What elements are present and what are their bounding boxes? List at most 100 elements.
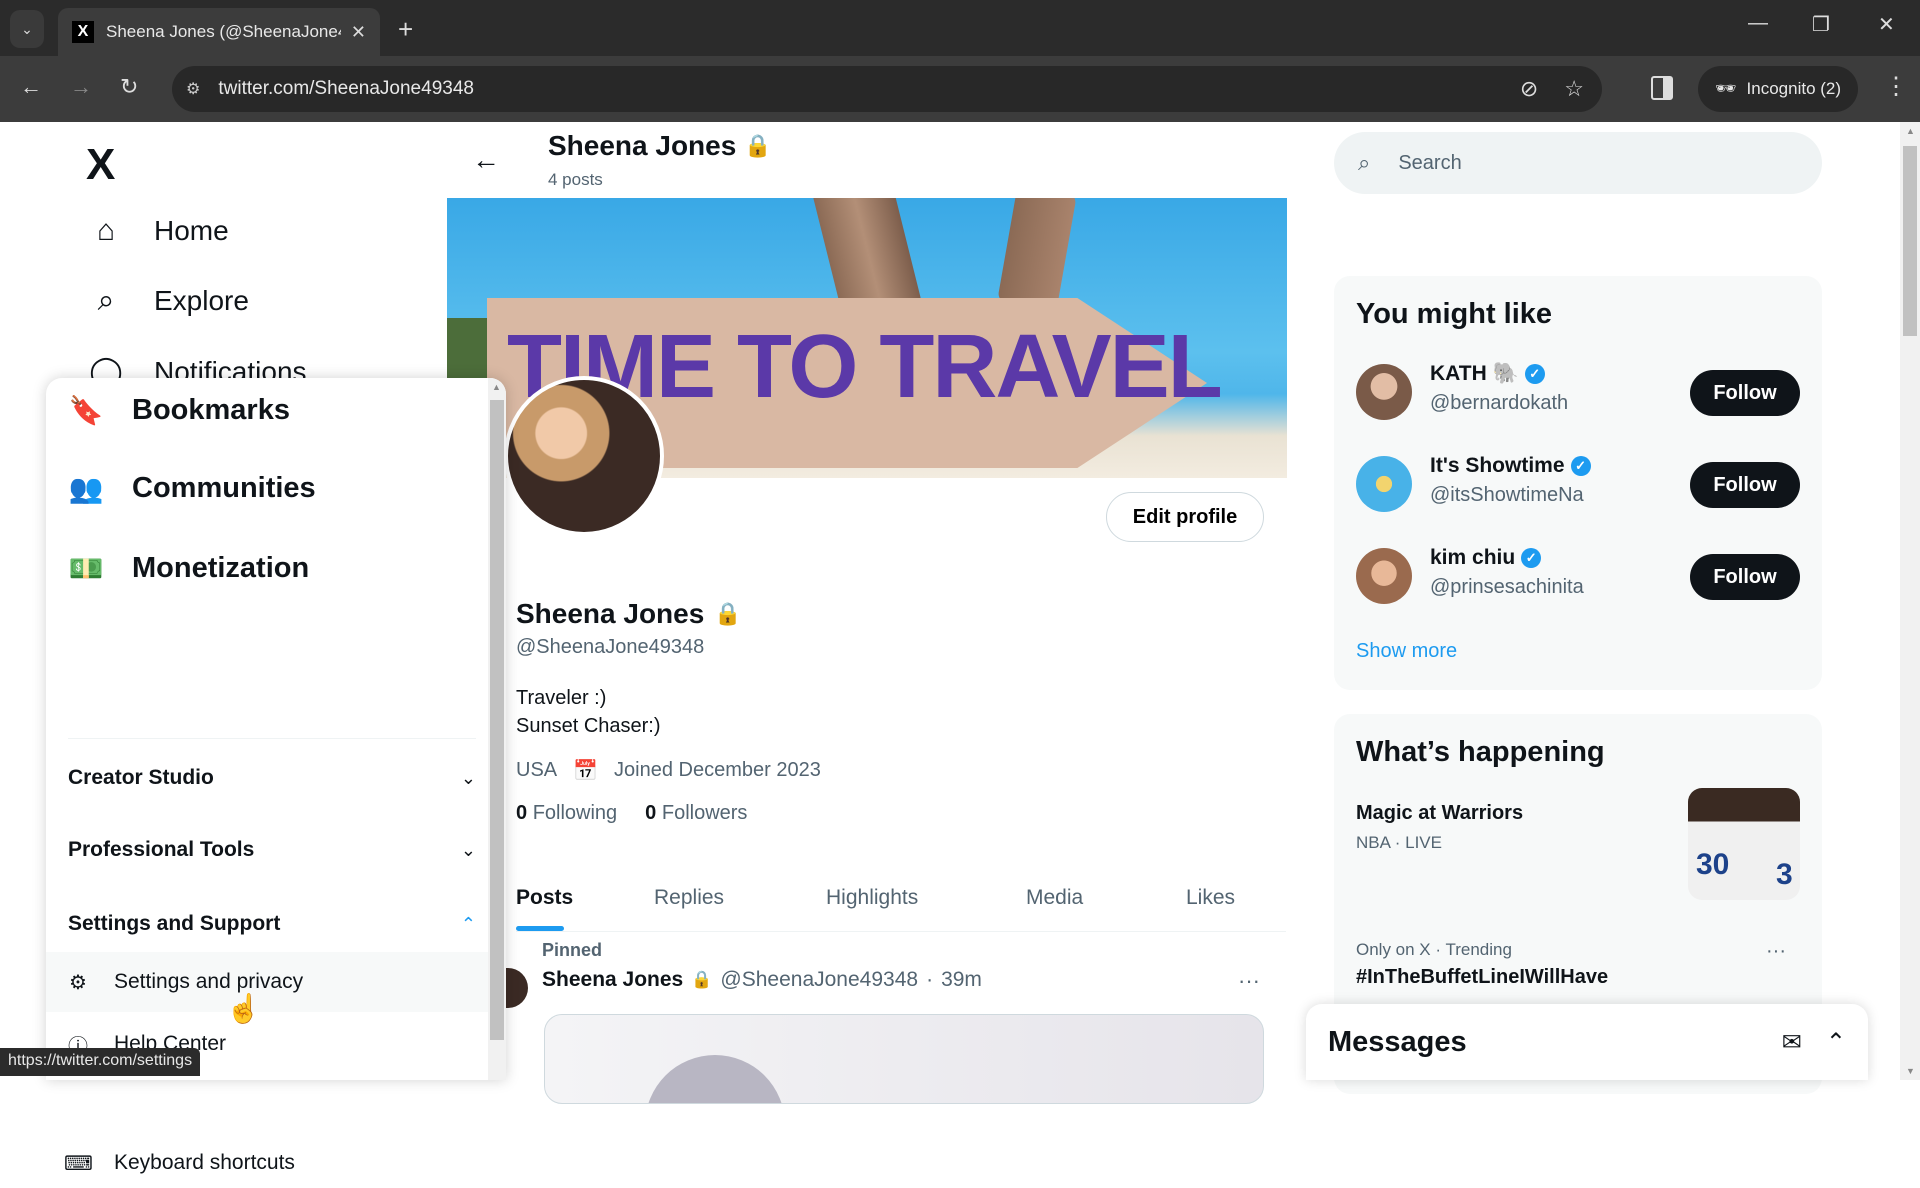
minimize-icon[interactable]: — [1748,12,1768,35]
nav-explore[interactable]: ⌕ Explore [86,284,249,318]
profile-tabs: Posts Replies Highlights Media Likes [516,864,1286,932]
tab-replies[interactable]: Replies [654,886,724,910]
browser-toolbar: ← → ↻ ⚙ twitter.com/SheenaJone49348 ⊘ ☆ … [0,56,1920,122]
menu-label: Bookmarks [132,394,290,426]
header-profile-name: Sheena Jones 🔒 [548,130,772,162]
url-text: twitter.com/SheenaJone49348 [218,78,474,99]
you-might-like-card: You might like KATH 🐘 ✓ @bernardokath Fol… [1334,276,1822,690]
search-box[interactable]: ⌕ [1334,132,1822,194]
x-logo[interactable]: X [86,140,115,190]
trend-image: 30 3 [1688,788,1800,900]
close-tab-icon[interactable]: ✕ [351,22,366,43]
nav-home[interactable]: ⌂ Home [86,214,229,248]
back-arrow-icon[interactable]: ← [472,144,500,176]
following-label: Following [532,802,618,824]
more-icon[interactable]: ··· [1766,940,1786,963]
back-icon[interactable]: ← [20,74,42,100]
scroll-up-arrow[interactable]: ▲ [492,382,501,392]
reload-icon[interactable]: ↻ [120,74,138,100]
trend-item[interactable]: Magic at Warriors NBA · LIVE 30 3 [1356,788,1800,922]
menu-item-monetization[interactable]: 💵 Monetization [68,552,310,585]
tab-posts[interactable]: Posts [516,886,573,910]
eye-off-icon[interactable]: ⊘ [1520,76,1538,102]
jersey-number: 3 [1776,858,1793,891]
follow-button[interactable]: Follow [1690,370,1800,416]
tweet-avatar[interactable] [506,968,528,1008]
tweet-handle[interactable]: @SheenaJone49348 [720,968,918,992]
incognito-button[interactable]: 🕶 Incognito (2) [1698,66,1858,112]
profile-handle: @SheenaJone49348 [516,636,705,658]
section-professional-tools[interactable]: Professional Tools ⌄ [68,838,476,862]
browser-menu-icon[interactable]: ⋮ [1884,72,1908,101]
popup-scrollbar[interactable]: ▲ [488,378,506,1080]
messages-drawer[interactable]: Messages ✉ ⌃ [1306,1004,1868,1080]
profile-bio: Traveler :) Sunset Chaser:) [516,684,661,740]
followers-link[interactable]: 0 Followers [645,802,747,825]
show-more-link[interactable]: Show more [1356,640,1457,663]
expand-icon[interactable]: ⌃ [1826,1028,1846,1057]
avatar[interactable] [1356,548,1412,604]
restore-icon[interactable]: ❐ [1812,12,1830,37]
menu-item-keyboard-shortcuts[interactable]: ⌨ Keyboard shortcuts [46,1138,488,1188]
menu-item-settings-privacy[interactable]: ⚙ Settings and privacy [46,952,488,1012]
avatar[interactable] [1356,456,1412,512]
trend-item[interactable]: Only on X · Trending #InTheBuffetLineIWi… [1356,940,1800,989]
suggestion-item[interactable]: kim chiu ✓ @prinsesachinita Follow [1356,540,1800,610]
active-tab-indicator [516,926,564,931]
page-scroll-thumb[interactable] [1903,146,1917,336]
card-title: What’s happening [1356,736,1605,768]
menu-item-communities[interactable]: 👥 Communities [68,472,316,505]
popup-scroll-thumb[interactable] [490,400,504,1040]
new-tab-button[interactable]: + [398,14,413,45]
avatar[interactable] [1356,364,1412,420]
menu-item-bookmarks[interactable]: 🔖 Bookmarks [68,394,290,427]
scroll-down-arrow[interactable]: ▼ [1906,1066,1915,1076]
tab-media[interactable]: Media [1026,886,1083,910]
profile-meta: USA 📅 Joined December 2023 [516,758,821,783]
section-creator-studio[interactable]: Creator Studio ⌄ [68,766,476,790]
follow-button[interactable]: Follow [1690,554,1800,600]
pinned-label: Pinned [542,940,603,960]
follow-button[interactable]: Follow [1690,462,1800,508]
bio-line: Traveler :) [516,687,607,709]
communities-icon: 👥 [68,473,104,504]
suggestion-item[interactable]: It's Showtime ✓ @itsShowtimeNa Follow [1356,448,1800,518]
new-message-icon[interactable]: ✉ [1782,1028,1802,1057]
tweet-separator: · [926,968,934,991]
search-icon: ⌕ [1358,150,1371,175]
chevron-up-icon: ⌃ [460,913,476,934]
side-panel-icon[interactable] [1651,76,1673,100]
address-bar[interactable]: ⚙ twitter.com/SheenaJone49348 ⊘ ☆ [172,66,1602,112]
edit-profile-button[interactable]: Edit profile [1106,492,1264,542]
page-scrollbar[interactable]: ▲ ▼ [1900,122,1920,1080]
followers-count: 0 [645,802,657,824]
x-favicon-icon: X [72,21,94,43]
search-input[interactable] [1398,151,1779,175]
suggestion-name: kim chiu ✓ [1430,546,1542,570]
profile-name: Sheena Jones 🔒 [516,598,742,630]
menu-item-display[interactable]: ✎ Display [46,1076,488,1080]
tab-highlights[interactable]: Highlights [826,886,918,910]
chevron-down-icon: ⌄ [460,767,476,788]
banner-post [997,198,1077,313]
browser-tab[interactable]: X Sheena Jones (@SheenaJone49 ✕ [58,8,380,56]
section-settings-support[interactable]: Settings and Support ⌃ [68,912,476,936]
following-link[interactable]: 0 Following [516,802,617,825]
suggestion-item[interactable]: KATH 🐘 ✓ @bernardokath Follow [1356,356,1800,426]
tweet-time[interactable]: 39m [941,968,982,992]
star-icon[interactable]: ☆ [1564,76,1584,102]
bio-line: Sunset Chaser:) [516,715,661,737]
twitter-page: X ⌂ Home ⌕ Explore ◯ Notifications ← She… [0,122,1920,1188]
tweet-author[interactable]: Sheena Jones [542,968,683,992]
tab-search-button[interactable]: ⌄ [10,10,44,48]
site-info-icon[interactable]: ⚙ [186,79,200,99]
suggestion-handle: @itsShowtimeNa [1430,484,1584,506]
scroll-up-arrow[interactable]: ▲ [1906,126,1915,136]
nav-label: Home [154,215,229,246]
forward-icon[interactable]: → [70,74,92,100]
tab-likes[interactable]: Likes [1186,886,1235,910]
profile-avatar[interactable] [504,376,664,536]
close-window-icon[interactable]: ✕ [1878,12,1895,37]
more-icon[interactable]: ··· [1238,968,1260,994]
tweet-media[interactable] [544,1014,1264,1104]
